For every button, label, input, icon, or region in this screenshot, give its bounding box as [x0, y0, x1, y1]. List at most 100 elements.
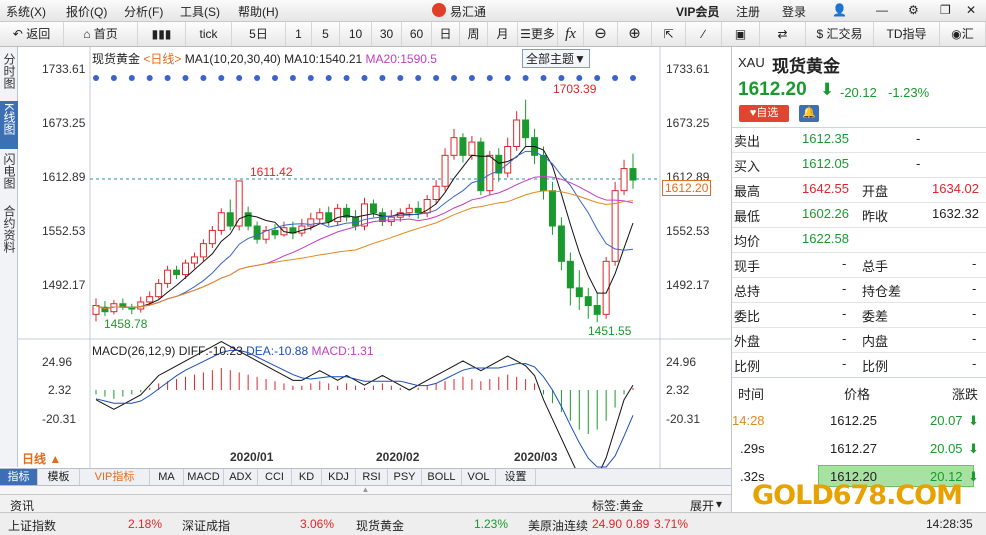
candle[interactable]	[593, 305, 601, 315]
tab-timeline[interactable]: 分时图	[0, 51, 18, 99]
tab-cci[interactable]: CCI	[258, 469, 292, 485]
status-name-0[interactable]: 上证指数	[8, 517, 56, 534]
collapse-handle[interactable]: ▲	[0, 486, 731, 494]
tab-flash[interactable]: 闪电图	[0, 151, 18, 199]
candle[interactable]	[182, 262, 189, 276]
chart-type-button[interactable]: ▮▮▮	[138, 22, 186, 46]
event-dot[interactable]	[272, 75, 278, 81]
tab-settings[interactable]: 设置	[496, 469, 536, 485]
event-dot[interactable]	[236, 75, 243, 81]
candle[interactable]	[208, 229, 216, 245]
login-link[interactable]: 登录	[782, 3, 806, 20]
candle[interactable]	[325, 212, 333, 223]
zoom-in-icon[interactable]: ⊕	[618, 22, 652, 46]
event-dot[interactable]	[128, 75, 135, 81]
candle[interactable]	[164, 269, 172, 284]
candle[interactable]	[513, 119, 521, 147]
tab-vip-indicator[interactable]: VIP指标	[80, 469, 150, 485]
period-week[interactable]: 周	[460, 22, 488, 46]
event-dot[interactable]	[630, 75, 636, 81]
candle[interactable]	[441, 154, 449, 187]
hui-button[interactable]: ◉汇	[940, 22, 986, 46]
event-dot[interactable]	[289, 75, 296, 81]
zoom-out-icon[interactable]: ⊖	[584, 22, 618, 46]
menu-analysis[interactable]: 分析(F)	[124, 3, 163, 20]
candle[interactable]	[173, 269, 181, 276]
more-button[interactable]: ☰更多	[518, 22, 558, 46]
candle[interactable]	[92, 305, 100, 315]
period-10m[interactable]: 10	[340, 22, 372, 46]
kline-chart[interactable]: 现货黄金 <日线> MA1(10,20,30,40) MA10:1540.21 …	[18, 47, 731, 468]
candle[interactable]	[307, 218, 315, 227]
status-name-2[interactable]: 现货黄金	[356, 517, 404, 534]
event-dot[interactable]	[540, 75, 547, 81]
candle[interactable]	[584, 296, 592, 307]
status-name-3[interactable]: 美原油连续	[528, 517, 588, 534]
td-guide-button[interactable]: TD指导	[874, 22, 940, 46]
tab-ma[interactable]: MA	[150, 469, 184, 485]
candle[interactable]	[316, 212, 324, 220]
event-dot[interactable]	[307, 75, 314, 81]
minimize-icon[interactable]: —	[876, 3, 888, 17]
tab-kline[interactable]: K线图	[0, 101, 18, 149]
restore-icon[interactable]: ❐	[940, 3, 951, 17]
period-month[interactable]: 月	[488, 22, 518, 46]
candle[interactable]	[548, 190, 556, 227]
event-dot[interactable]	[522, 75, 529, 81]
tab-macd[interactable]: MACD	[184, 469, 224, 485]
candle[interactable]	[522, 119, 530, 139]
candle[interactable]	[271, 229, 279, 236]
tab-adx[interactable]: ADX	[224, 469, 258, 485]
candle[interactable]	[405, 207, 413, 214]
candle[interactable]	[450, 137, 458, 156]
event-dot[interactable]	[415, 75, 422, 81]
lock-icon[interactable]: ▣	[722, 22, 760, 46]
event-dot[interactable]	[433, 75, 440, 81]
candle[interactable]	[137, 301, 145, 310]
tab-contract[interactable]: 合约资料	[0, 203, 18, 263]
tab-psy[interactable]: PSY	[388, 469, 422, 485]
period-30m[interactable]: 30	[372, 22, 402, 46]
candle[interactable]	[226, 212, 234, 227]
menu-tools[interactable]: 工具(S)	[180, 3, 220, 20]
candle[interactable]	[504, 146, 512, 174]
status-name-1[interactable]: 深证成指	[182, 517, 230, 534]
formula-button[interactable]: fx	[558, 22, 584, 46]
candle[interactable]	[146, 296, 154, 303]
chevron-down-icon[interactable]: ▾	[716, 497, 722, 511]
candle[interactable]	[253, 225, 261, 240]
candle[interactable]	[334, 207, 342, 223]
tab-rsi[interactable]: RSI	[356, 469, 388, 485]
menu-quote[interactable]: 报价(Q)	[66, 3, 107, 20]
tab-indicator[interactable]: 指标	[0, 469, 38, 485]
candle[interactable]	[557, 225, 565, 262]
candle[interactable]	[432, 185, 440, 200]
home-button[interactable]: ⌂ 首页	[64, 22, 138, 46]
event-dot[interactable]	[218, 75, 225, 81]
candle[interactable]	[459, 137, 467, 156]
event-dot[interactable]	[93, 75, 99, 81]
event-dot[interactable]	[146, 75, 153, 81]
tab-vol[interactable]: VOL	[462, 469, 496, 485]
candle[interactable]	[369, 203, 377, 214]
event-dot[interactable]	[504, 75, 511, 81]
event-dot[interactable]	[200, 75, 207, 81]
cursor-icon[interactable]: ⇱	[652, 22, 686, 46]
close-icon[interactable]: ✕	[966, 3, 976, 17]
candle[interactable]	[629, 168, 637, 181]
event-dot[interactable]	[361, 75, 368, 81]
candle[interactable]	[540, 154, 547, 192]
tab-boll[interactable]: BOLL	[422, 469, 462, 485]
candle[interactable]	[155, 282, 163, 298]
candle[interactable]	[199, 243, 207, 258]
candle[interactable]	[575, 287, 583, 298]
candle[interactable]	[190, 256, 198, 264]
settings-icon[interactable]: ⚙	[908, 3, 919, 17]
event-dot[interactable]	[379, 75, 386, 81]
event-dot[interactable]	[164, 75, 171, 81]
period-5d[interactable]: 5日	[232, 22, 286, 46]
tab-kdj[interactable]: KDJ	[322, 469, 356, 485]
alert-bell-icon[interactable]: 🔔	[799, 105, 819, 122]
candle[interactable]	[566, 260, 574, 289]
event-dot[interactable]	[182, 75, 189, 81]
